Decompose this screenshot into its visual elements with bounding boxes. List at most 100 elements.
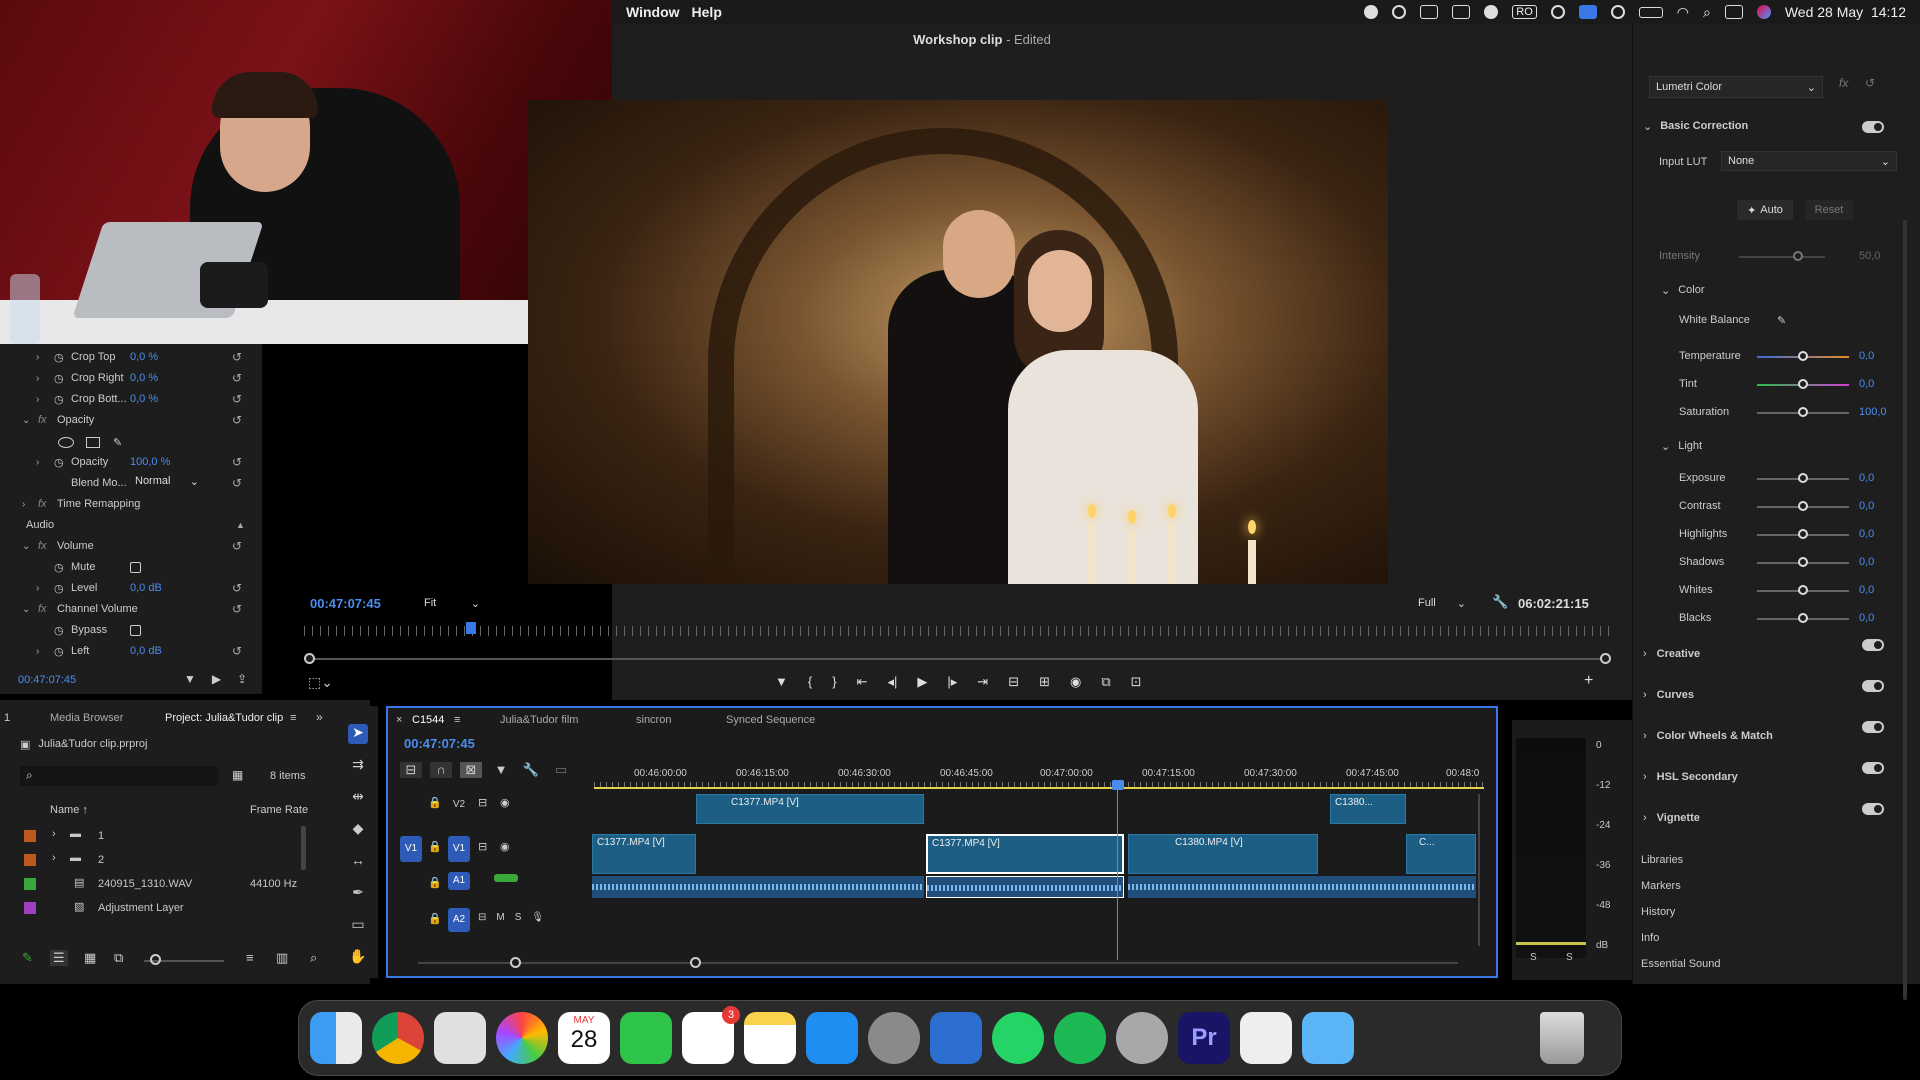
list-item[interactable]: › ▬ 1 <box>24 826 344 846</box>
battery-icon[interactable] <box>1638 6 1663 18</box>
light-value[interactable]: 0,0 <box>1859 528 1874 540</box>
captions-icon[interactable]: ▭ <box>550 762 572 778</box>
reset-icon[interactable]: ↺ <box>232 476 242 490</box>
siri-icon[interactable] <box>1756 5 1771 19</box>
playhead-handle[interactable] <box>1112 780 1124 790</box>
freeform-view-icon[interactable]: ⧉ <box>114 950 123 966</box>
blend-mode-dropdown[interactable]: Normal ⌄ <box>135 475 199 491</box>
mute-track-icon[interactable]: M <box>496 912 504 923</box>
mute-checkbox[interactable] <box>130 561 141 573</box>
step-back-icon[interactable]: ◂| <box>887 674 897 690</box>
list-item[interactable]: › ▬ 2 <box>24 850 344 870</box>
contrast-knob[interactable] <box>1798 501 1808 511</box>
play-button-icon[interactable]: ▶ <box>917 674 927 690</box>
track-a2[interactable]: A2 <box>448 908 470 932</box>
effect-row-crop-top[interactable]: › ◷ Crop Top 0,0 % ↺ <box>0 347 262 367</box>
eye-icon[interactable]: ◉ <box>500 840 510 853</box>
basic-correction-toggle[interactable] <box>1862 121 1884 133</box>
panel-essential-sound[interactable]: Essential Sound <box>1633 954 1920 974</box>
scroll-handle-left[interactable] <box>304 653 315 664</box>
exposure-knob[interactable] <box>1798 473 1808 483</box>
proxy-icon[interactable]: ⊡ <box>1131 674 1142 690</box>
clip-v2-c1377[interactable]: C1377.MP4 [V] <box>696 794 924 824</box>
cloud-icon[interactable] <box>1392 5 1407 19</box>
screen-mirror-icon[interactable] <box>1578 5 1597 19</box>
go-to-out-icon[interactable]: ⇥ <box>977 674 988 690</box>
effect-value[interactable]: 0,0 % <box>130 351 158 363</box>
timeline-scrollbar[interactable] <box>418 962 1458 964</box>
eyedropper-icon[interactable]: ✎ <box>1777 314 1786 327</box>
effect-value[interactable]: 0,0 dB <box>130 582 162 594</box>
reset-button[interactable]: Reset <box>1805 200 1853 220</box>
settings-icon[interactable] <box>868 1012 920 1064</box>
razor-tool-icon[interactable]: ◆ <box>348 820 368 840</box>
effect-row-blend-mode[interactable]: Blend Mo... Normal ⌄ ↺ <box>0 473 262 493</box>
lumetri-scrollbar[interactable] <box>1903 220 1907 1000</box>
drive-icon[interactable] <box>1452 5 1471 19</box>
light-value[interactable]: 0,0 <box>1859 584 1874 596</box>
notes-icon[interactable] <box>744 1012 796 1064</box>
monitor-timecode[interactable]: 00:47:07:45 <box>310 596 381 611</box>
quicktime-icon[interactable] <box>1116 1012 1168 1064</box>
light-value[interactable]: 0,0 <box>1859 472 1874 484</box>
browser-icon[interactable] <box>930 1012 982 1064</box>
vertical-scrollbar[interactable] <box>1478 794 1480 946</box>
effect-row-bypass[interactable]: ◷ Bypass <box>0 620 262 640</box>
wrench-icon[interactable]: 🔧 <box>520 762 542 778</box>
effect-row-opacity[interactable]: › ◷ Opacity 100,0 % ↺ <box>0 452 262 472</box>
column-frame-rate[interactable]: Frame Rate <box>250 804 308 816</box>
saturation-value[interactable]: 100,0 <box>1859 406 1887 418</box>
playhead-marker[interactable] <box>466 622 476 634</box>
snap-icon[interactable]: ∩ <box>430 762 452 778</box>
insert-sequence-icon[interactable]: ⊟ <box>400 762 422 778</box>
vignette-toggle[interactable] <box>1862 803 1884 815</box>
appstore-icon[interactable] <box>806 1012 858 1064</box>
zoom-scrollbar[interactable] <box>308 658 1608 660</box>
spotify-icon[interactable] <box>1054 1012 1106 1064</box>
add-button-icon[interactable]: + <box>1584 672 1593 690</box>
find-icon[interactable]: ⌕ <box>310 950 317 966</box>
reset-icon[interactable]: ↺ <box>232 581 242 595</box>
more-panels-icon[interactable]: » <box>316 710 323 724</box>
safe-margins-icon[interactable]: ⬚⌄ <box>308 674 333 691</box>
effect-row-volume[interactable]: ⌄ fx Volume ↺ <box>0 536 262 556</box>
tint-knob[interactable] <box>1798 379 1808 389</box>
play-icon[interactable] <box>1610 5 1625 19</box>
tab-media-browser[interactable]: Media Browser <box>50 712 123 724</box>
highlights-knob[interactable] <box>1798 529 1808 539</box>
creative-toggle[interactable] <box>1862 639 1884 651</box>
stopwatch-icon[interactable]: ◷ <box>54 372 64 385</box>
light-value[interactable]: 0,0 <box>1859 556 1874 568</box>
project-scrollbar[interactable] <box>301 826 306 870</box>
audio-clip-a1-selected[interactable] <box>926 876 1124 898</box>
folder-icon[interactable] <box>1302 1012 1354 1064</box>
intensity-slider[interactable] <box>1739 256 1825 258</box>
light-value[interactable]: 0,0 <box>1859 500 1874 512</box>
spotify-status-icon[interactable] <box>1484 5 1499 19</box>
effect-row-left[interactable]: › ◷ Left 0,0 dB ↺ <box>0 641 262 661</box>
lock-icon[interactable]: 🔒 <box>428 876 442 889</box>
control-center-icon[interactable] <box>1724 5 1743 19</box>
launchpad-icon[interactable] <box>434 1012 486 1064</box>
intensity-value[interactable]: 50,0 <box>1859 250 1880 262</box>
effect-row-crop-right[interactable]: › ◷ Crop Right 0,0 % ↺ <box>0 368 262 388</box>
stopwatch-icon[interactable]: ◷ <box>54 456 64 469</box>
automate-icon[interactable]: ▥ <box>276 950 288 966</box>
reset-icon[interactable]: ↺ <box>232 392 242 406</box>
rectangle-mask-icon[interactable] <box>86 436 100 448</box>
chevron-down-icon[interactable]: ⌄ <box>22 541 34 552</box>
lock-icon[interactable]: 🔒 <box>428 912 442 925</box>
stopwatch-icon[interactable]: ◷ <box>54 351 64 364</box>
play-audio-icon[interactable]: ▶ <box>212 672 221 686</box>
panel-menu-icon[interactable]: ≡ <box>290 712 296 724</box>
effect-row-time-remapping[interactable]: › fx Time Remapping <box>0 494 262 514</box>
chevron-right-icon[interactable]: › <box>36 352 48 363</box>
pen-tool-icon[interactable]: ✒ <box>348 884 368 904</box>
track-v1[interactable]: V1 <box>448 836 470 862</box>
solo-track-icon[interactable]: S <box>515 912 522 923</box>
project-search-input[interactable]: ⌕ <box>20 766 218 786</box>
stopwatch-icon[interactable]: ◷ <box>54 582 64 595</box>
hsl-secondary-toggle[interactable] <box>1862 762 1884 774</box>
lock-icon[interactable]: 🔒 <box>428 840 442 853</box>
list-item[interactable]: ▧ Adjustment Layer <box>24 898 344 918</box>
